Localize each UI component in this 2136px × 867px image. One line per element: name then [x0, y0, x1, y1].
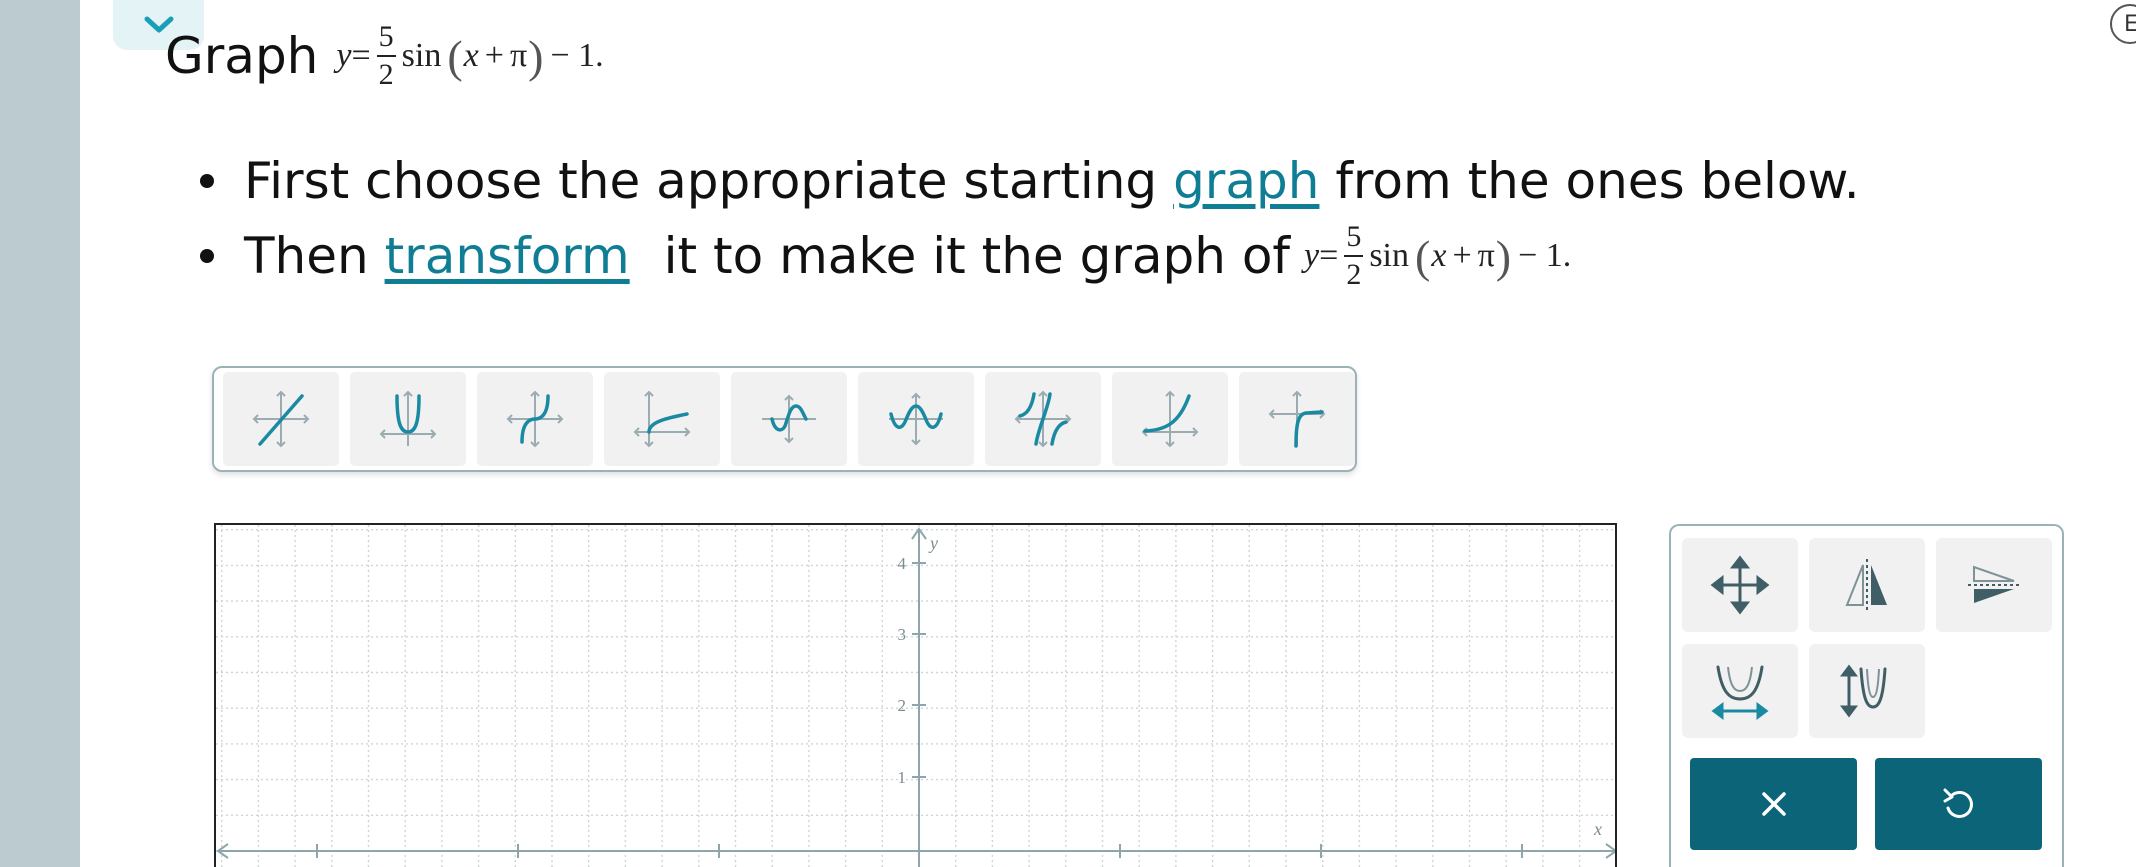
graph-canvas[interactable]: y x 4 3 2 1 [214, 523, 1617, 867]
exponential-graph-icon [1141, 390, 1199, 448]
problem-title: Graph y = 5 2 sin ( x + π ) − 1. [165, 22, 604, 90]
eq-tail: − 1. [1518, 237, 1572, 274]
y-tick-label: 2 [898, 696, 907, 715]
left-rail [0, 0, 80, 867]
badge-letter: E [2124, 11, 2136, 37]
sine-graph-icon [762, 394, 816, 444]
eq-close-paren: ) [1495, 230, 1512, 282]
eq-arg-op: + [484, 37, 504, 74]
graph-grid: y x 4 3 2 1 [216, 525, 1615, 867]
instruction-2: Then transform it to make it the graph o… [200, 222, 1571, 290]
tangent-graph-icon [1014, 390, 1072, 448]
cosine-graph-button[interactable] [858, 372, 974, 466]
instruction-2-before: Then [244, 227, 385, 285]
reciprocal-graph-icon [1268, 390, 1326, 448]
eq-frac-den: 2 [1344, 255, 1364, 290]
eq-arg-var: x [1431, 237, 1447, 274]
instruction-1: First choose the appropriate starting gr… [200, 152, 1860, 210]
eq-arg-const: π [1477, 237, 1495, 274]
equation: y = 5 2 sin ( x + π ) − 1. [336, 22, 603, 90]
eq-frac-num: 5 [1346, 220, 1362, 253]
graph-link[interactable]: graph [1173, 152, 1319, 210]
reciprocal-graph-button[interactable] [1239, 372, 1355, 466]
eq-func: sin [1369, 237, 1410, 274]
clear-button[interactable] [1690, 758, 1857, 850]
eq-open-paren: ( [447, 30, 463, 82]
eq-lhs: y [336, 37, 352, 74]
tangent-graph-button[interactable] [985, 372, 1101, 466]
cosine-graph-icon [889, 392, 943, 446]
horizontal-stretch-icon [1711, 665, 1769, 720]
undo-button[interactable] [1875, 758, 2042, 850]
undo-icon [1943, 788, 1973, 818]
y-tick-label: 1 [898, 768, 907, 787]
cubic-graph-button[interactable] [477, 372, 593, 466]
transform-link[interactable]: transform [385, 227, 630, 285]
linear-graph-button[interactable] [223, 372, 339, 466]
eq-fraction: 5 2 [376, 20, 396, 90]
eq-arg-const: π [509, 37, 528, 74]
square-root-graph-button[interactable] [604, 372, 720, 466]
menu-badge[interactable]: E [2110, 4, 2136, 44]
vertical-stretch-tool-button[interactable] [1809, 644, 1925, 738]
eq-equals: = [1319, 237, 1339, 274]
graph-palette [212, 366, 1357, 472]
eq-frac-den: 2 [376, 55, 396, 90]
translate-tool-button[interactable] [1682, 538, 1798, 632]
move-arrows-icon [1710, 555, 1770, 615]
eq-lhs: y [1304, 237, 1320, 274]
eq-close-paren: ) [528, 30, 544, 82]
y-tick-label: 3 [898, 625, 907, 644]
x-axis-label: x [1593, 819, 1602, 839]
linear-graph-icon [252, 390, 310, 448]
absolute-value-graph-icon [379, 390, 437, 446]
eq-tail: − 1. [550, 37, 604, 74]
vertical-stretch-icon [1840, 664, 1887, 718]
absolute-value-graph-button[interactable] [350, 372, 466, 466]
equation-inline: y = 5 2 sin ( x + π ) − 1. [1304, 222, 1571, 290]
close-icon [1761, 792, 1786, 816]
eq-fraction: 5 2 [1344, 220, 1364, 290]
eq-func: sin [401, 37, 442, 74]
reflect-y-tool-button[interactable] [1809, 538, 1925, 632]
instruction-2-after: it to make it the graph of [647, 227, 1291, 285]
sine-graph-button[interactable] [731, 372, 847, 466]
instruction-1-before: First choose the appropriate starting [244, 152, 1174, 210]
reflect-x-tool-button[interactable] [1936, 538, 2052, 632]
instruction-1-after: from the ones below. [1319, 152, 1860, 210]
bullet [200, 249, 214, 263]
reflect-horizontal-icon [1968, 565, 2020, 603]
title-word: Graph [165, 27, 319, 85]
eq-equals: = [351, 37, 371, 74]
eq-frac-num: 5 [378, 20, 394, 53]
eq-arg-var: x [463, 37, 479, 74]
eq-arg-op: + [1452, 237, 1472, 274]
square-root-graph-icon [633, 390, 691, 448]
reflect-vertical-icon [1845, 559, 1887, 611]
y-axis-label: y [928, 533, 938, 553]
horizontal-stretch-tool-button[interactable] [1682, 644, 1798, 738]
exponential-graph-button[interactable] [1112, 372, 1228, 466]
y-tick-label: 4 [898, 554, 907, 573]
transformation-tools [1669, 524, 2064, 867]
eq-open-paren: ( [1415, 230, 1431, 282]
bullet [200, 174, 214, 188]
cubic-graph-icon [506, 390, 564, 448]
